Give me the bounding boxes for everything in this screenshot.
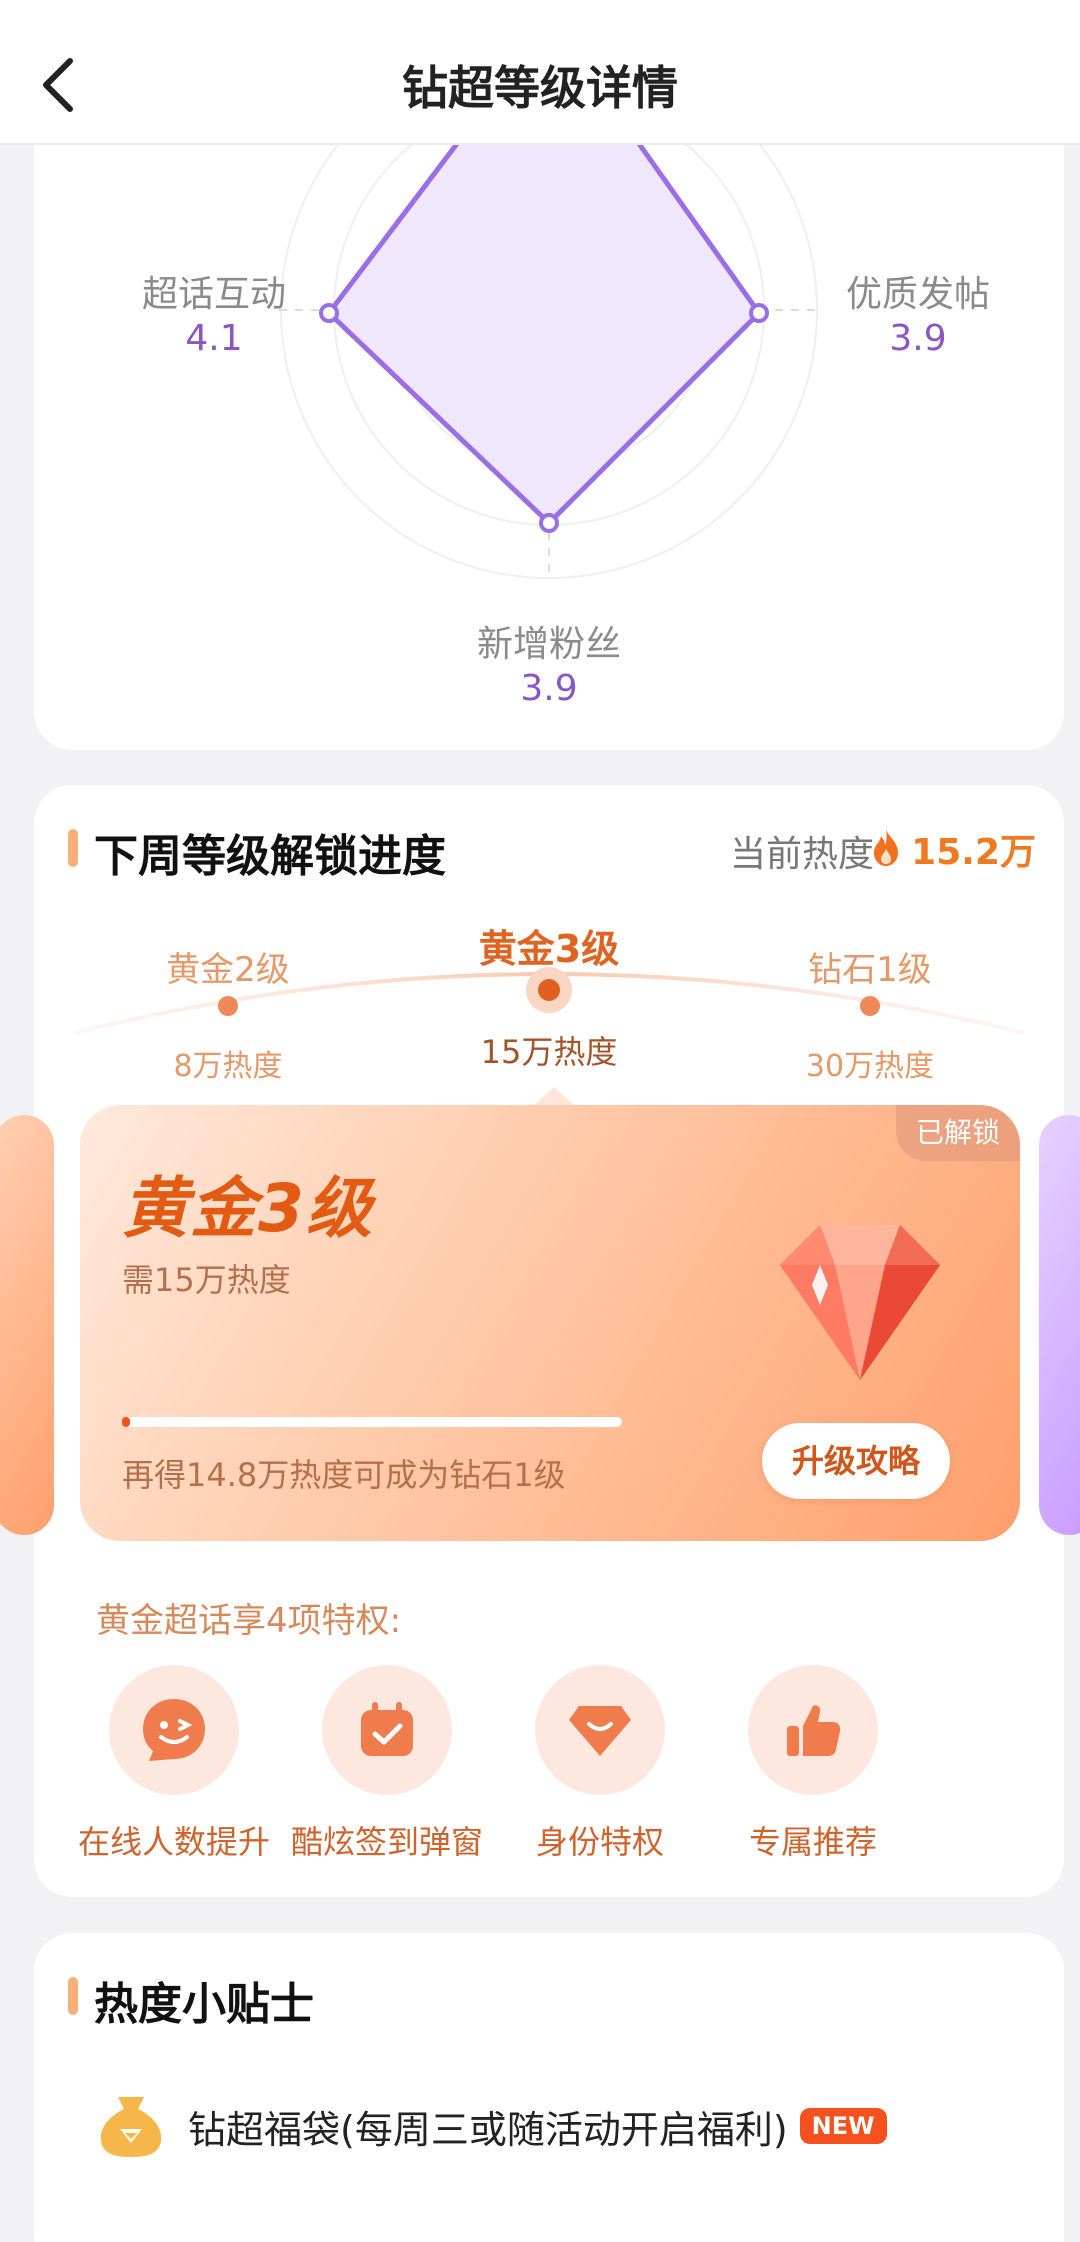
privilege-icon-bg: [109, 1665, 239, 1795]
progress-text: 再得14.8万热度可成为钻石1级: [122, 1456, 566, 1494]
level-requirement: 15万热度: [480, 1033, 618, 1071]
tip-item[interactable]: 钻超福袋(每周三或随活动开启福利) NEW: [96, 2093, 887, 2159]
section-accent-bar: [68, 1977, 78, 2015]
level-name: 黄金3级: [478, 927, 620, 971]
privilege-checkin-popup[interactable]: 酷炫签到弹窗: [277, 1665, 497, 1863]
radar-value-interaction: 4.1: [185, 318, 243, 359]
privilege-label: 在线人数提升: [77, 1823, 270, 1861]
page-title: 钻超等级详情: [402, 61, 678, 115]
privilege-label: 专属推荐: [748, 1823, 877, 1861]
section-title-tips: 热度小贴士: [94, 1979, 314, 2030]
level-requirement: 30万热度: [805, 1049, 935, 1084]
level-requirement: 8万热度: [173, 1049, 283, 1084]
tip-text: 钻超福袋(每周三或随活动开启福利): [188, 2107, 788, 2152]
card-level-name: 黄金3级: [122, 1170, 374, 1247]
privilege-icon-bg: [748, 1665, 878, 1795]
top-bar: 钻超等级详情: [0, 0, 1080, 145]
privilege-label: 身份特权: [535, 1823, 664, 1861]
privilege-identity[interactable]: 身份特权: [490, 1665, 710, 1863]
progress-fill: [122, 1417, 130, 1427]
thumbs-up-icon: [787, 1705, 841, 1756]
radar-value-quality-post: 3.9: [889, 318, 947, 359]
gem-badge-icon: [569, 1706, 631, 1756]
new-badge: NEW: [799, 2108, 887, 2144]
lucky-bag-icon: [100, 2097, 162, 2157]
privilege-online-count[interactable]: 在线人数提升: [64, 1665, 284, 1863]
privilege-label: 酷炫签到弹窗: [290, 1823, 483, 1861]
progress-track: [122, 1417, 622, 1427]
level-diamond-1[interactable]: 钻石1级 30万热度: [750, 942, 990, 1085]
radar-label-interaction: 超话互动: [141, 274, 286, 315]
radar-value-new-fans: 3.9: [520, 668, 578, 709]
privilege-icon-bg: [322, 1665, 452, 1795]
level-name: 黄金2级: [166, 950, 290, 990]
privilege-exclusive-recommend[interactable]: 专属推荐: [703, 1665, 923, 1863]
level-gold-3[interactable]: 黄金3级 15万热度: [429, 918, 669, 1073]
card-pointer: [532, 1087, 576, 1107]
level-gold-2[interactable]: 黄金2级 8万热度: [108, 942, 348, 1085]
carousel-card-next[interactable]: [1039, 1115, 1080, 1535]
upgrade-guide-button[interactable]: 升级攻略: [762, 1423, 950, 1499]
radar-point: [749, 303, 769, 323]
current-level-card[interactable]: 已解锁 黄金3级 需15万热度 再得14.8万热度可成为钻石1级 升级攻略: [80, 1105, 1020, 1541]
diamond-gem-icon: [780, 1225, 940, 1380]
radar-point: [539, 513, 559, 533]
radar-label-quality-post: 优质发帖: [845, 274, 990, 315]
unlocked-badge: 已解锁: [896, 1105, 1020, 1161]
calendar-check-icon: [361, 1702, 413, 1756]
wink-face-icon: [143, 1699, 205, 1761]
radar-card: 超话互动 4.1 优质发帖 3.9 新增粉丝 3.9: [34, 100, 1064, 750]
radar-label-new-fans: 新增粉丝: [476, 624, 621, 665]
level-progress-card: 下周等级解锁进度 当前热度 15.2万 黄金2级 8万热度 黄金3级 15万热度…: [0, 785, 1080, 1897]
carousel-card-prev[interactable]: [0, 1115, 54, 1535]
level-name: 钻石1级: [808, 950, 932, 990]
heat-tips-card: 热度小贴士 钻超福袋(每周三或随活动开启福利) NEW: [34, 1933, 1064, 2242]
privilege-icon-bg: [535, 1665, 665, 1795]
card-level-requirement: 需15万热度: [122, 1261, 291, 1299]
privileges-title: 黄金超话享4项特权:: [96, 1601, 402, 1641]
